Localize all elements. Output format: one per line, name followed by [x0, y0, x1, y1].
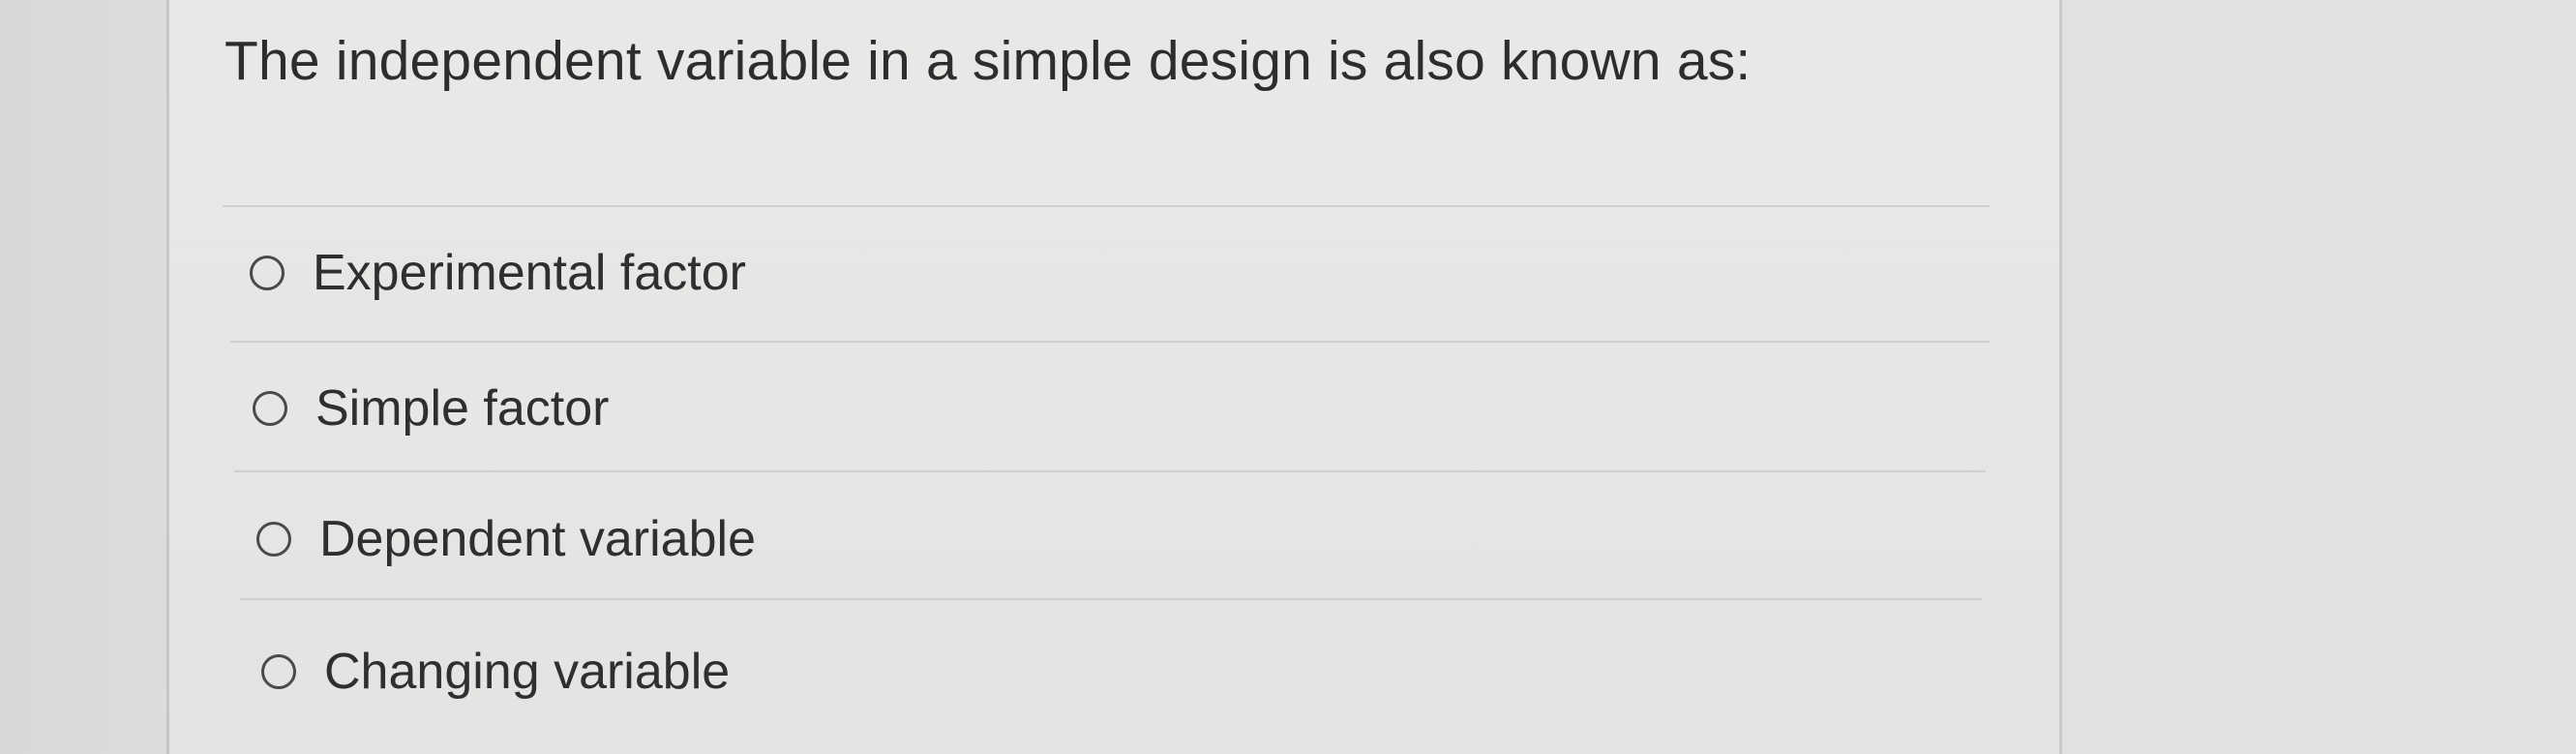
- option-label: Experimental factor: [313, 245, 746, 301]
- radio-button-icon[interactable]: [250, 256, 285, 290]
- question-divider: [223, 205, 1990, 207]
- question-text: The independent variable in a simple des…: [225, 30, 1752, 92]
- quiz-page: The independent variable in a simple des…: [0, 0, 2576, 754]
- radio-button-icon[interactable]: [256, 522, 291, 557]
- card-right-border: [2059, 0, 2062, 754]
- option-label: Changing variable: [324, 644, 731, 700]
- option-label: Dependent variable: [319, 511, 756, 567]
- radio-button-icon[interactable]: [253, 391, 287, 426]
- option-label: Simple factor: [315, 380, 610, 437]
- option-divider: [240, 598, 1982, 600]
- radio-button-icon[interactable]: [261, 654, 296, 689]
- answer-option-changing-variable[interactable]: Changing variable: [261, 643, 730, 701]
- answer-option-experimental-factor[interactable]: Experimental factor: [250, 244, 746, 302]
- answer-option-simple-factor[interactable]: Simple factor: [253, 379, 609, 437]
- question-card: [169, 0, 2059, 754]
- option-divider: [234, 470, 1986, 472]
- answer-option-dependent-variable[interactable]: Dependent variable: [256, 510, 756, 568]
- option-divider: [230, 341, 1990, 343]
